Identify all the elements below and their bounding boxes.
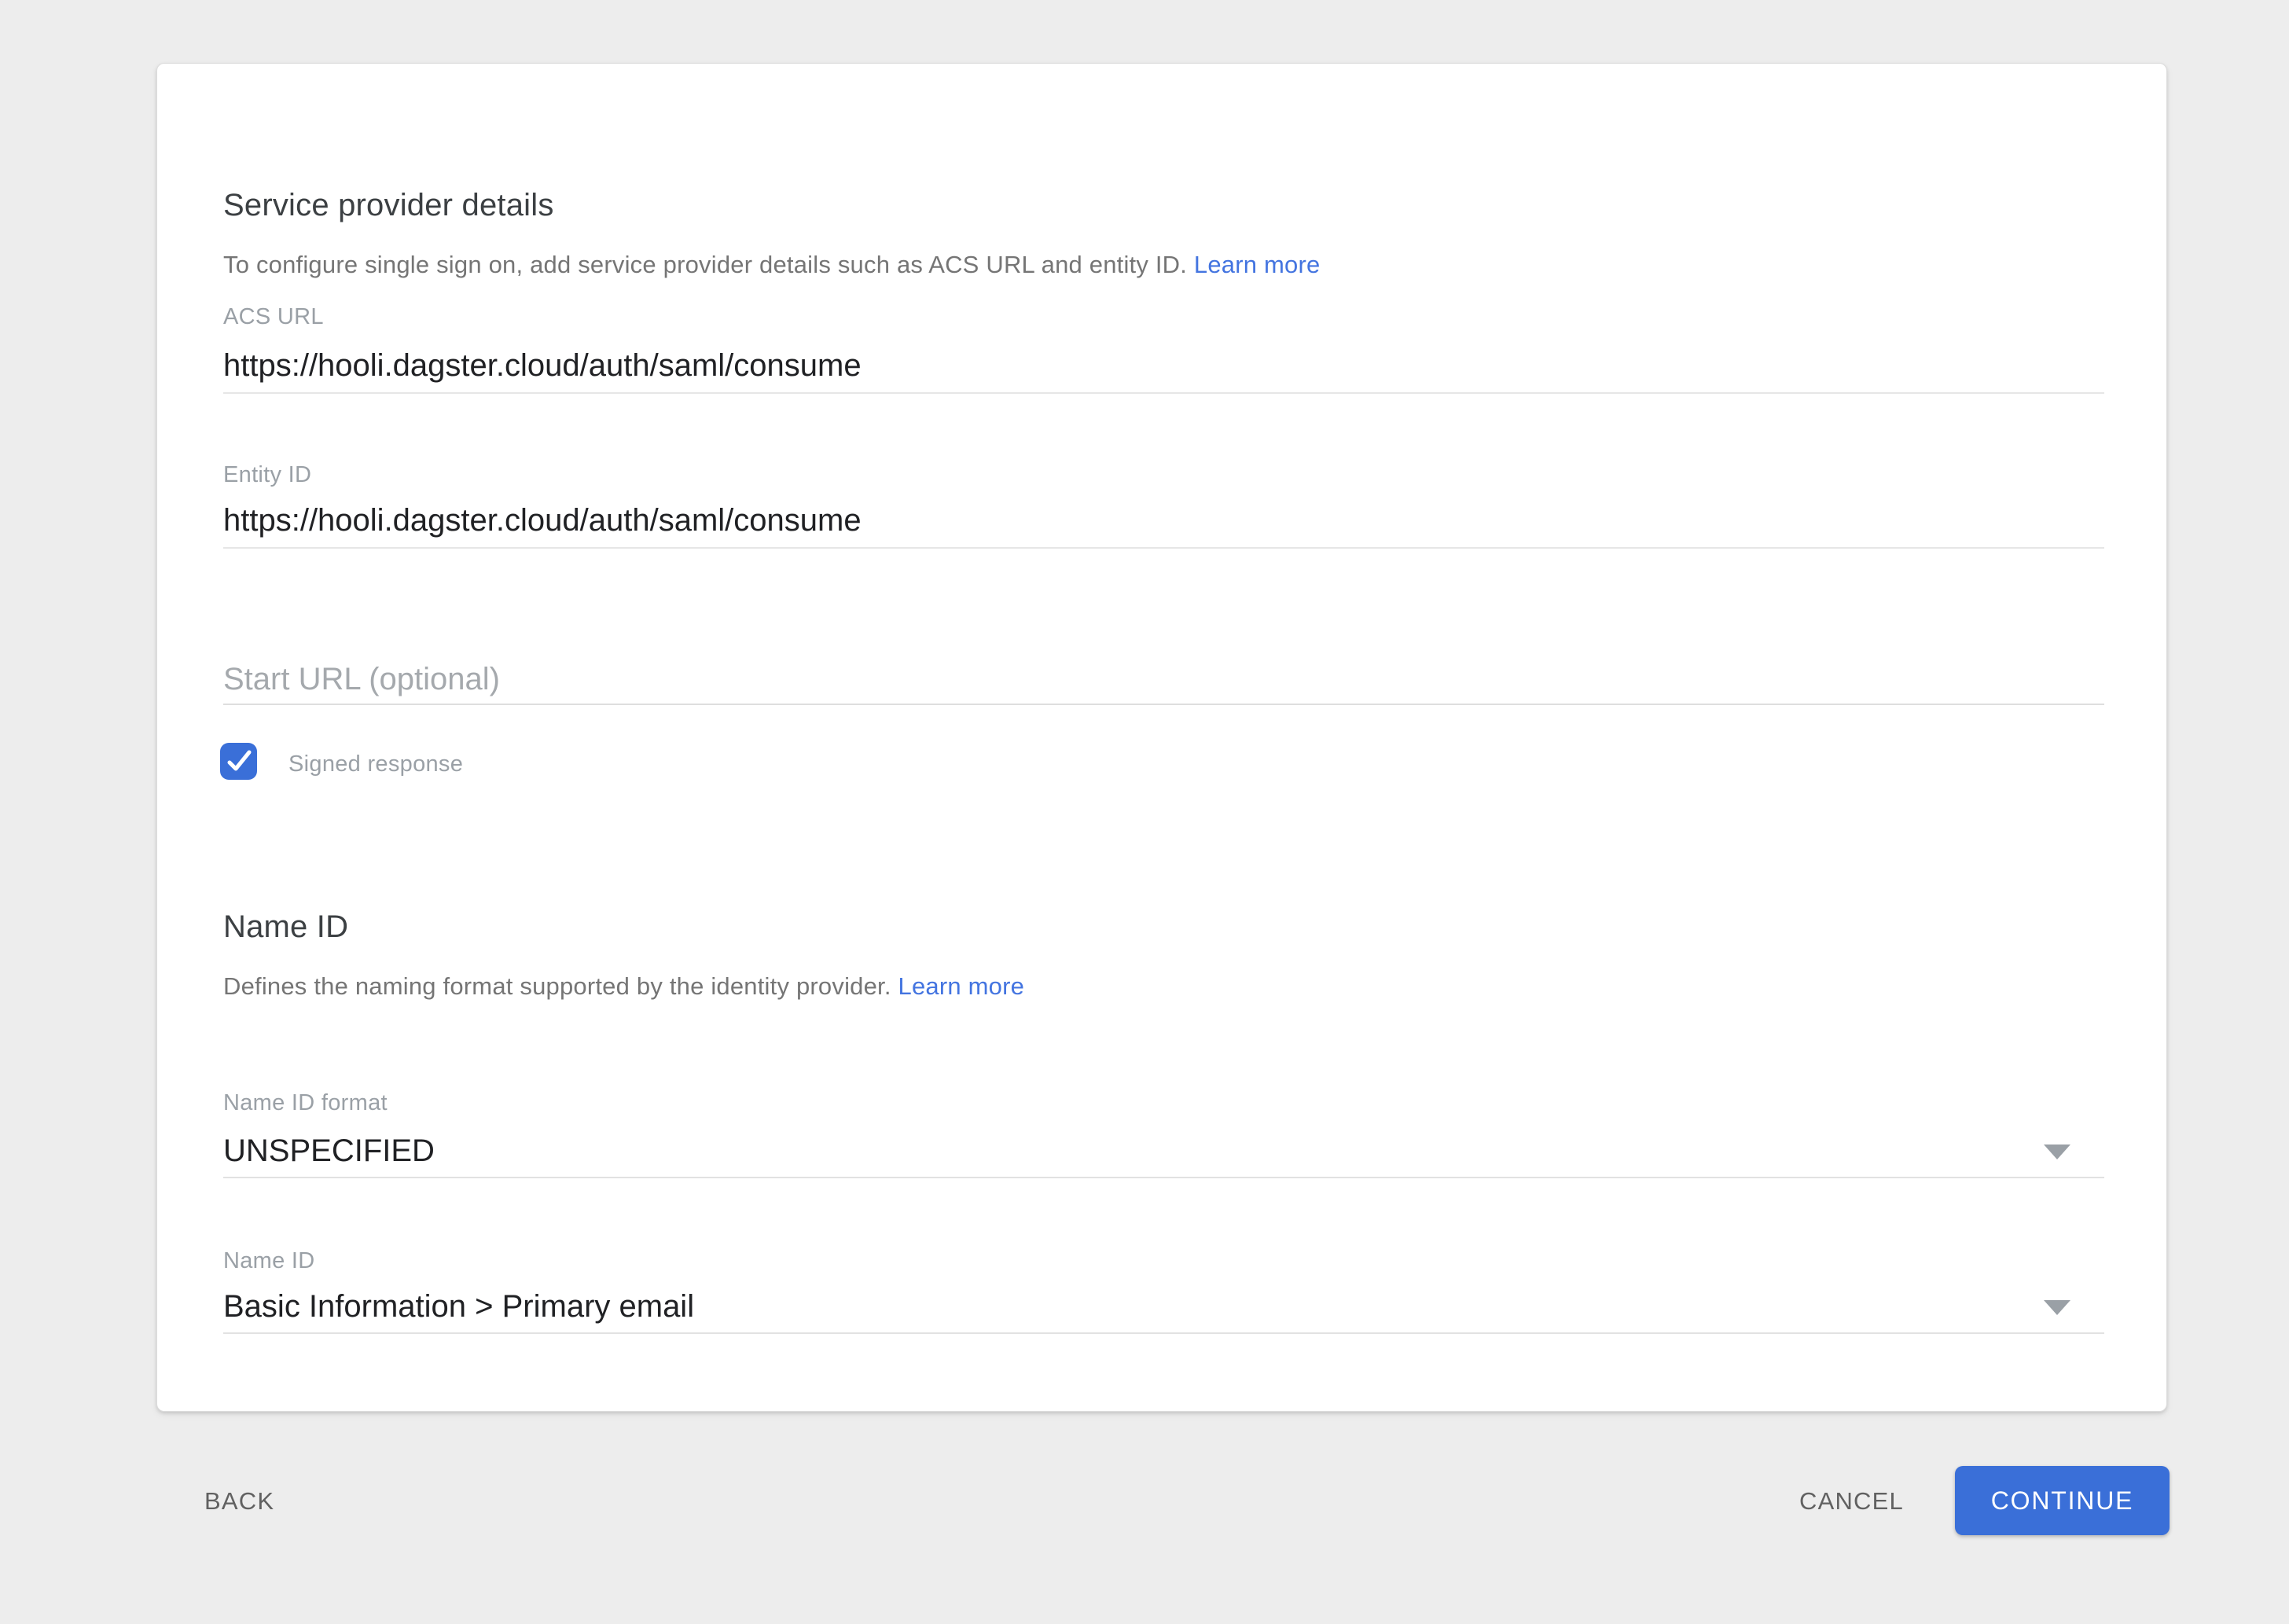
- page-background: Service provider details To configure si…: [0, 0, 2289, 1624]
- signed-response-label: Signed response: [288, 746, 463, 783]
- name-id-format-label: Name ID format: [223, 1090, 388, 1116]
- name-id-label: Name ID: [223, 1248, 315, 1274]
- acs-url-input[interactable]: [223, 347, 2104, 394]
- name-id-learn-more-link[interactable]: Learn more: [898, 972, 1025, 1000]
- entity-id-input[interactable]: [223, 502, 2104, 549]
- header-description-text: To configure single sign on, add service…: [223, 251, 1187, 278]
- chevron-down-icon: [2044, 1300, 2070, 1315]
- name-id-format-value: UNSPECIFIED: [223, 1133, 435, 1169]
- learn-more-link[interactable]: Learn more: [1194, 251, 1321, 278]
- back-button[interactable]: BACK: [197, 1476, 282, 1527]
- page-title: Service provider details: [223, 188, 554, 223]
- name-id-description: Defines the naming format supported by t…: [223, 972, 1024, 1001]
- entity-id-label: Entity ID: [223, 462, 311, 488]
- name-id-section-title: Name ID: [223, 909, 348, 945]
- cancel-button[interactable]: CANCEL: [1791, 1476, 1912, 1527]
- name-id-value: Basic Information > Primary email: [223, 1289, 694, 1325]
- start-url-input[interactable]: [223, 663, 2104, 705]
- name-id-select[interactable]: Basic Information > Primary email: [223, 1288, 2104, 1334]
- chevron-down-icon: [2044, 1145, 2070, 1159]
- signed-response-checkbox[interactable]: [220, 743, 257, 780]
- continue-button[interactable]: CONTINUE: [1955, 1466, 2170, 1535]
- name-id-description-text: Defines the naming format supported by t…: [223, 972, 891, 1000]
- header-description: To configure single sign on, add service…: [223, 251, 1320, 279]
- name-id-format-select[interactable]: UNSPECIFIED: [223, 1133, 2104, 1178]
- service-provider-details-card: Service provider details To configure si…: [156, 63, 2167, 1412]
- acs-url-label: ACS URL: [223, 304, 324, 330]
